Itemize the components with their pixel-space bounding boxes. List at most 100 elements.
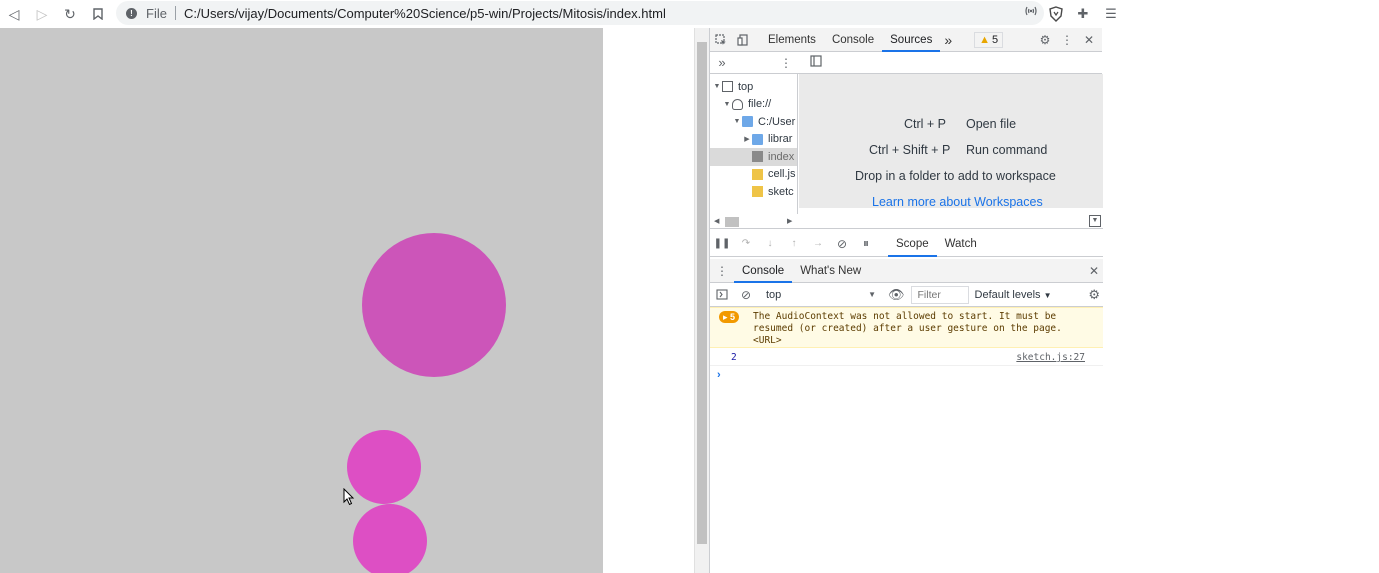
cell-small-upper — [347, 430, 421, 504]
warning-repeat-count: 5 — [730, 312, 736, 322]
tab-sources[interactable]: Sources — [882, 28, 941, 52]
tab-scope[interactable]: Scope — [888, 231, 937, 257]
drawer-menu-icon[interactable]: ⋮ — [710, 264, 734, 278]
expand-arrow-icon: ▼ — [723, 100, 731, 108]
inspect-element-icon[interactable] — [710, 28, 732, 52]
console-sidebar-icon[interactable] — [710, 289, 734, 300]
step-over-icon[interactable]: ↷ — [734, 238, 758, 249]
settings-gear-icon[interactable]: ⚙ — [1034, 28, 1056, 52]
kebab-menu-icon[interactable]: ⋮ — [1056, 28, 1078, 52]
console-settings-icon[interactable]: ⚙ — [1088, 287, 1100, 303]
tree-item-file-origin[interactable]: ▼ file:// — [710, 96, 797, 114]
expand-arrow-icon: ▼ — [733, 118, 741, 126]
bookmark-button[interactable] — [84, 0, 112, 28]
debugger-toolbar: ❚❚ ↷ ↓ ↑ → ⊘ ⏸ Scope Watch — [710, 231, 1103, 257]
cell-small-lower — [353, 504, 427, 573]
more-tabs-button[interactable]: » — [940, 28, 956, 52]
navigator-more-button[interactable]: » — [710, 55, 734, 70]
info-icon[interactable]: ! — [126, 7, 137, 19]
tree-item-index-html[interactable]: index — [710, 148, 797, 166]
warning-triangle-icon: ▲ — [979, 33, 991, 46]
forward-button[interactable]: ▷ — [28, 0, 56, 28]
navigator-menu-icon[interactable]: ⋮ — [780, 56, 792, 70]
tree-item-top[interactable]: ▼ top — [710, 78, 797, 96]
scheme-label: File — [146, 5, 167, 21]
tab-console[interactable]: Console — [824, 28, 882, 52]
back-arrow-icon: ◁ — [8, 5, 20, 22]
drawer-tabbar: ⋮ Console What's New ✕ — [710, 259, 1103, 283]
menu-icon[interactable]: ☰ — [1102, 6, 1120, 22]
warning-text: The AudioContext was not allowed to star… — [753, 311, 1062, 346]
tree-item-label: librar — [768, 133, 793, 146]
omnibox-divider — [174, 6, 176, 20]
back-button[interactable]: ◁ — [0, 0, 28, 28]
address-bar[interactable]: ! File C:/Users/vijay/Documents/Computer… — [116, 1, 1044, 25]
scroll-right-icon[interactable]: ▶ — [787, 217, 792, 225]
navigator-hscrollbar[interactable]: ◀ ▶ ▼ — [710, 215, 1103, 229]
context-value: top — [766, 288, 782, 301]
drawer-close-icon[interactable]: ✕ — [1089, 264, 1099, 278]
context-selector[interactable]: top ▼ — [762, 286, 880, 304]
url-text[interactable]: C:/Users/vijay/Documents/Computer%20Scie… — [184, 6, 666, 21]
shortcut-open-label: Open file — [966, 117, 1017, 131]
browser-window: ◁ ▷ ↻ ! File C:/Users/vijay/Documents/Co… — [0, 0, 1379, 573]
forward-arrow-icon: ▷ — [36, 5, 48, 22]
devtools-panel: Elements Console Sources » ▲ 5 ⚙ ⋮ ✕ » ⋮ — [709, 28, 1103, 573]
tree-item-cell-js[interactable]: cell.js — [710, 166, 797, 184]
sources-subbar: » ⋮ — [710, 52, 1102, 74]
reload-button[interactable]: ↻ — [56, 0, 84, 28]
tab-elements[interactable]: Elements — [760, 28, 824, 52]
clear-console-icon[interactable]: ⊘ — [734, 288, 758, 302]
device-toolbar-icon[interactable] — [732, 28, 754, 52]
log-levels-dropdown[interactable]: Default levels ▼ — [975, 289, 1052, 301]
tree-item-label: file:// — [748, 98, 772, 111]
log-value: 2 — [731, 352, 737, 363]
deactivate-breakpoints-icon[interactable]: ⊘ — [830, 237, 854, 251]
close-icon[interactable]: ✕ — [1078, 28, 1100, 52]
page-scrollbar-thumb[interactable] — [697, 42, 707, 544]
tree-item-sketch-js[interactable]: sketc — [710, 183, 797, 201]
live-expression-eye-icon[interactable]: 👁 — [888, 287, 905, 303]
console-filter-input[interactable] — [910, 285, 969, 304]
expand-arrow-icon: ▼ — [713, 83, 721, 91]
hscroll-thumb[interactable] — [725, 217, 739, 227]
warning-repeat-badge[interactable]: ▸ 5 — [719, 311, 740, 323]
drawer-tab-whats-new[interactable]: What's New — [792, 259, 869, 283]
drop-folder-text: Drop in a folder to add to workspace — [855, 169, 1056, 183]
step-out-icon[interactable]: ↑ — [782, 238, 806, 249]
brave-shield-icon[interactable] — [1048, 6, 1064, 22]
tree-item-folder-users[interactable]: ▼ C:/User — [710, 113, 797, 131]
folder-icon — [742, 116, 753, 128]
levels-label: Default levels — [974, 288, 1041, 301]
p5-canvas[interactable] — [0, 28, 603, 573]
toggle-debugger-icon[interactable]: ▼ — [1089, 215, 1101, 227]
cloud-icon — [732, 98, 743, 110]
chevron-down-icon: ▼ — [868, 290, 876, 299]
console-prompt[interactable]: › — [717, 369, 721, 381]
cast-icon[interactable] — [1024, 4, 1038, 18]
tree-item-label: index — [768, 150, 795, 163]
tree-item-label: C:/User — [758, 115, 796, 128]
learn-workspaces-link[interactable]: Learn more about Workspaces — [872, 195, 1043, 208]
console-toolbar: ⊘ top ▼ 👁 Default levels ▼ ⚙ — [710, 283, 1103, 307]
bookmark-icon — [93, 8, 103, 20]
toggle-navigator-icon[interactable] — [810, 55, 822, 70]
tree-item-label: cell.js — [768, 168, 796, 181]
page-scrollbar[interactable] — [694, 28, 709, 573]
step-icon[interactable]: → — [806, 238, 830, 249]
drawer-tab-console[interactable]: Console — [734, 259, 793, 283]
extensions-puzzle-icon[interactable]: ✚ — [1074, 6, 1092, 22]
tree-item-label: top — [738, 80, 754, 93]
warnings-badge[interactable]: ▲ 5 — [974, 31, 1004, 48]
scroll-left-icon[interactable]: ◀ — [714, 217, 719, 225]
tab-watch[interactable]: Watch — [937, 231, 985, 257]
pause-on-exceptions-icon[interactable]: ⏸ — [854, 236, 878, 251]
mouse-cursor-icon — [343, 488, 355, 506]
devtools-tabbar: Elements Console Sources » ▲ 5 ⚙ ⋮ ✕ — [710, 28, 1102, 52]
tree-item-folder-libraries[interactable]: ▶ librar — [710, 131, 797, 149]
console-log-message: 2 sketch.js:27 — [710, 349, 1103, 366]
step-into-icon[interactable]: ↓ — [758, 238, 782, 249]
log-source-link[interactable]: sketch.js:27 — [1016, 352, 1085, 363]
pause-icon[interactable]: ❚❚ — [710, 238, 734, 249]
cell-large — [362, 233, 506, 377]
